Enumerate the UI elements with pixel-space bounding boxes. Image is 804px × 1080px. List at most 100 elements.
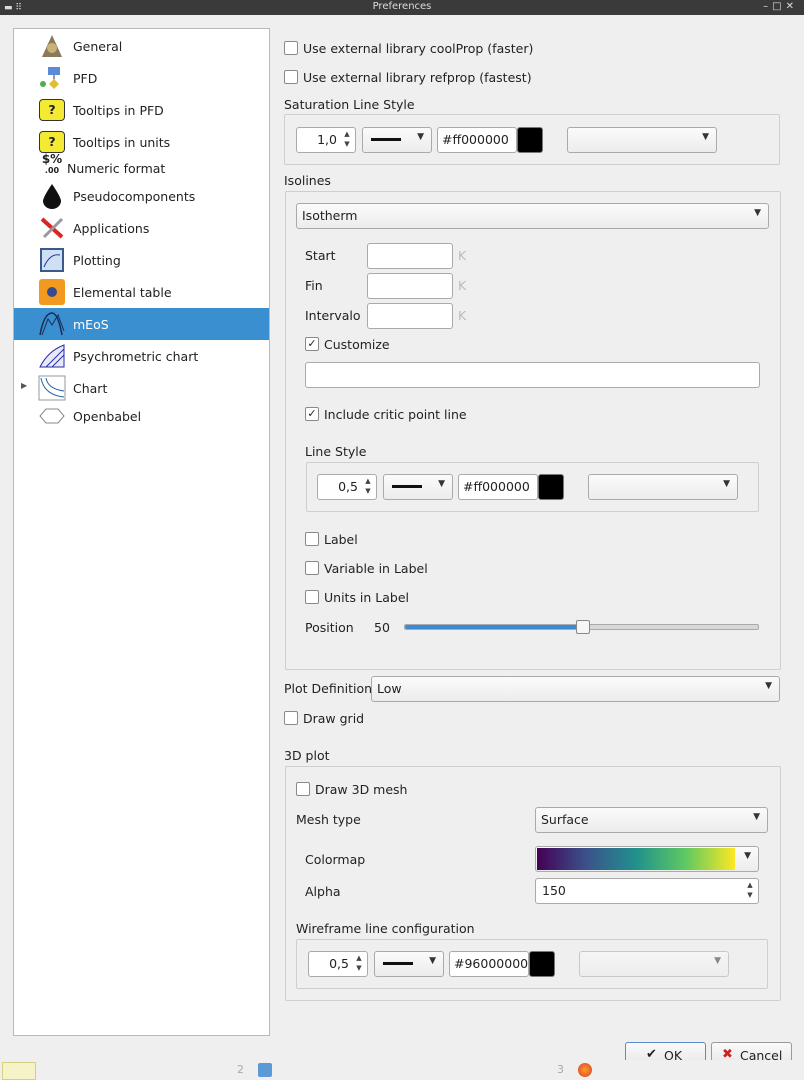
tree-item-pfd[interactable]: PFD: [14, 62, 269, 94]
workspace-2-number[interactable]: 2: [237, 1063, 244, 1076]
plot-definition-combo[interactable]: Low ▼: [371, 676, 780, 702]
customize-input[interactable]: [305, 362, 760, 388]
window-title: Preferences: [372, 1, 432, 12]
saturation-marker-combo[interactable]: ▼: [567, 127, 717, 153]
spin-down-icon[interactable]: ▼: [744, 891, 756, 899]
spin-up-icon[interactable]: ▲: [362, 477, 374, 485]
spin-down-icon[interactable]: ▼: [341, 140, 353, 148]
plotting-icon: [38, 247, 66, 273]
tree-item-label: General: [73, 39, 123, 54]
saturation-color-text: #ff000000: [442, 132, 509, 147]
folder-icon[interactable]: [258, 1063, 272, 1077]
tree-item-general[interactable]: General: [14, 30, 269, 62]
tree-item-pseudocomponents[interactable]: Pseudocomponents: [14, 180, 269, 212]
tree-item-label: Plotting: [73, 253, 121, 268]
firefox-icon[interactable]: [578, 1063, 592, 1077]
isoline-color-input[interactable]: #ff000000: [458, 474, 538, 500]
tooltip-icon: ?: [38, 97, 66, 123]
spin-down-icon[interactable]: ▼: [353, 964, 365, 972]
chevron-down-icon: ▼: [753, 812, 760, 822]
wireframe-color-swatch[interactable]: [529, 951, 555, 977]
saturation-width-spinbox[interactable]: 1,0 ▲ ▼: [296, 127, 356, 153]
tree-item-meos[interactable]: mEoS: [14, 308, 269, 340]
draw-3d-mesh-label: Draw 3D mesh: [315, 782, 408, 797]
preferences-tree[interactable]: General PFD ? Tooltips in PFD ? Tooltips…: [13, 28, 270, 1036]
workspace-1-icon[interactable]: [2, 1062, 36, 1080]
alpha-label: Alpha: [305, 884, 341, 899]
isoline-color-swatch[interactable]: [538, 474, 564, 500]
wireframe-width-spinbox[interactable]: 0,5 ▲ ▼: [308, 951, 368, 977]
isoline-width-value: 0,5: [338, 479, 358, 494]
draw-3d-mesh-checkbox[interactable]: [296, 782, 310, 796]
solid-line-icon: [371, 138, 401, 141]
position-slider[interactable]: [404, 620, 759, 634]
spin-up-icon[interactable]: ▲: [341, 130, 353, 138]
isoline-marker-combo[interactable]: ▼: [588, 474, 738, 500]
tree-item-label: Applications: [73, 221, 150, 236]
customize-checkbox[interactable]: ✓: [305, 337, 319, 351]
saturation-line-style-combo[interactable]: ▼: [362, 127, 432, 153]
start-input[interactable]: [367, 243, 453, 269]
spin-up-icon[interactable]: ▲: [353, 954, 365, 962]
workspace-3-number[interactable]: 3: [557, 1063, 564, 1076]
variable-in-label-label: Variable in Label: [324, 561, 428, 576]
title-bar: ▬ ⠿ Preferences –□✕: [0, 0, 804, 15]
tree-item-plotting[interactable]: Plotting: [14, 244, 269, 276]
tree-item-label: Elemental table: [73, 285, 172, 300]
plot3d-section-title: 3D plot: [284, 748, 330, 763]
expand-arrow-icon[interactable]: ▶: [21, 381, 27, 390]
units-in-label-checkbox[interactable]: [305, 590, 319, 604]
coolprop-checkbox[interactable]: [284, 41, 298, 55]
spin-down-icon[interactable]: ▼: [362, 487, 374, 495]
tree-item-tooltips-pfd[interactable]: ? Tooltips in PFD: [14, 94, 269, 126]
position-slider-handle[interactable]: [576, 620, 590, 634]
fin-unit: K: [458, 278, 467, 293]
viridis-colormap-swatch: [537, 848, 735, 870]
label-checkbox[interactable]: [305, 532, 319, 546]
isoline-color-text: #ff000000: [463, 479, 530, 494]
wireframe-line-style-combo[interactable]: ▼: [374, 951, 444, 977]
isoline-width-spinbox[interactable]: 0,5 ▲ ▼: [317, 474, 377, 500]
interval-input[interactable]: [367, 303, 453, 329]
tree-item-label: Openbabel: [73, 409, 142, 424]
general-icon: [38, 33, 66, 59]
wireframe-color-text: #96000000: [454, 956, 529, 971]
isoline-line-style-combo[interactable]: ▼: [383, 474, 453, 500]
spin-up-icon[interactable]: ▲: [744, 881, 756, 889]
tree-item-openbabel[interactable]: Openbabel: [14, 400, 269, 428]
refprop-label: Use external library refprop (fastest): [303, 70, 532, 85]
chevron-down-icon: ▼: [723, 479, 730, 489]
position-value: 50: [374, 620, 390, 635]
tree-item-label: mEoS: [73, 317, 109, 332]
wireframe-marker-combo[interactable]: ▼: [579, 951, 729, 977]
line-style-title: Line Style: [305, 444, 367, 459]
draw-grid-checkbox[interactable]: [284, 711, 298, 725]
fin-input[interactable]: [367, 273, 453, 299]
tree-item-label: Psychrometric chart: [73, 349, 199, 364]
position-slider-fill: [405, 625, 582, 629]
mesh-type-combo[interactable]: Surface ▼: [535, 807, 768, 833]
window-controls[interactable]: –□✕: [763, 1, 798, 12]
tree-item-label: Tooltips in units: [73, 135, 171, 150]
elemental-table-icon: [38, 279, 66, 305]
tree-item-elemental-table[interactable]: Elemental table: [14, 276, 269, 308]
start-unit: K: [458, 248, 467, 263]
critic-point-checkbox[interactable]: ✓: [305, 407, 319, 421]
wireframe-color-input[interactable]: #96000000: [449, 951, 529, 977]
chevron-down-icon: ▼: [702, 132, 709, 142]
refprop-checkbox[interactable]: [284, 70, 298, 84]
alpha-spinbox[interactable]: 150 ▲ ▼: [535, 878, 759, 904]
drop-icon: [38, 183, 66, 209]
saturation-color-input[interactable]: #ff000000: [437, 127, 517, 153]
saturation-color-swatch[interactable]: [517, 127, 543, 153]
tree-item-label: Numeric format: [67, 161, 166, 176]
psychrometric-icon: [38, 343, 66, 369]
alpha-value: 150: [542, 883, 566, 898]
tree-item-label: Tooltips in PFD: [73, 103, 164, 118]
isoline-type-combo[interactable]: Isotherm ▼: [296, 203, 769, 229]
tree-item-psychrometric-chart[interactable]: Psychrometric chart: [14, 340, 269, 372]
tree-item-applications[interactable]: Applications: [14, 212, 269, 244]
tree-item-numeric-format[interactable]: $% .00 Numeric format: [14, 153, 269, 178]
colormap-combo[interactable]: ▼: [535, 846, 759, 872]
variable-in-label-checkbox[interactable]: [305, 561, 319, 575]
